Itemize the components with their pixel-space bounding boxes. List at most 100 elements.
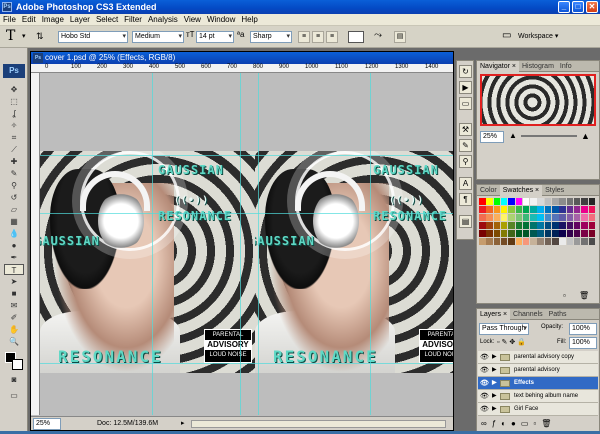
- marquee-tool-icon[interactable]: ⬚: [4, 96, 24, 107]
- color-swatch[interactable]: [479, 214, 486, 221]
- color-swatch[interactable]: [544, 238, 552, 245]
- color-swatch[interactable]: [559, 238, 566, 245]
- blur-tool-icon[interactable]: 💧: [4, 228, 24, 239]
- color-swatch[interactable]: [500, 222, 508, 229]
- tab-color[interactable]: Color: [477, 185, 500, 196]
- color-swatch[interactable]: [537, 238, 544, 245]
- color-swatch[interactable]: [479, 198, 486, 205]
- color-swatch[interactable]: [544, 198, 552, 205]
- color-swatch[interactable]: [552, 238, 559, 245]
- color-swatch[interactable]: [552, 214, 559, 221]
- path-selection-tool-icon[interactable]: ➤: [4, 276, 24, 287]
- color-swatch[interactable]: [566, 230, 574, 237]
- tab-layers[interactable]: Layers ×: [477, 309, 511, 320]
- document-size-info[interactable]: Doc: 12.5M/139.6M: [97, 417, 158, 431]
- color-swatch[interactable]: [486, 198, 493, 205]
- tab-histogram[interactable]: Histogram: [519, 61, 557, 72]
- clone-source-panel-icon[interactable]: ⚲: [459, 155, 472, 168]
- info-panel-icon[interactable]: ▤: [459, 215, 472, 228]
- type-tool-icon[interactable]: T: [4, 264, 24, 275]
- slice-tool-icon[interactable]: ⟋: [4, 144, 24, 155]
- eyedropper-tool-icon[interactable]: ✐: [4, 312, 24, 323]
- expand-triangle-icon[interactable]: ▶: [492, 403, 497, 416]
- color-swatch[interactable]: [573, 198, 581, 205]
- color-swatch[interactable]: [508, 238, 515, 245]
- magic-wand-tool-icon[interactable]: ✧: [4, 120, 24, 131]
- color-swatch[interactable]: [581, 222, 588, 229]
- character-panel-icon[interactable]: A: [459, 177, 472, 190]
- font-family-select[interactable]: Hobo Std: [58, 31, 128, 43]
- align-right-icon[interactable]: ≡: [326, 31, 338, 43]
- menu-filter[interactable]: Filter: [121, 14, 145, 26]
- color-swatch[interactable]: [479, 206, 486, 213]
- color-swatch[interactable]: [566, 206, 574, 213]
- eye-icon[interactable]: 👁: [480, 392, 489, 401]
- color-swatch[interactable]: [559, 206, 566, 213]
- align-left-icon[interactable]: ≡: [298, 31, 310, 43]
- guide-line[interactable]: [40, 363, 453, 364]
- align-center-icon[interactable]: ≡: [312, 31, 324, 43]
- color-swatch[interactable]: [552, 206, 559, 213]
- tab-swatches[interactable]: Swatches ×: [499, 185, 543, 196]
- color-swatch[interactable]: [581, 206, 588, 213]
- color-swatch[interactable]: [581, 214, 588, 221]
- color-swatch[interactable]: [559, 222, 566, 229]
- zoom-level-field[interactable]: 25%: [33, 418, 61, 430]
- color-swatch[interactable]: [486, 230, 493, 237]
- paragraph-panel-icon[interactable]: ¶: [459, 193, 472, 206]
- color-swatch[interactable]: [588, 206, 595, 213]
- color-swatch[interactable]: [522, 206, 530, 213]
- color-swatch[interactable]: [544, 222, 552, 229]
- move-tool-icon[interactable]: ✥: [4, 84, 24, 95]
- color-swatch[interactable]: [537, 206, 544, 213]
- menu-file[interactable]: File: [0, 14, 19, 26]
- color-swatch[interactable]: [530, 206, 537, 213]
- crop-tool-icon[interactable]: ⌗: [4, 132, 24, 143]
- color-swatch[interactable]: [559, 214, 566, 221]
- color-swatch[interactable]: [493, 222, 501, 229]
- color-swatch[interactable]: [530, 238, 537, 245]
- opacity-field[interactable]: 100%: [569, 323, 597, 335]
- menu-window[interactable]: Window: [204, 14, 238, 26]
- color-swatch[interactable]: [479, 230, 486, 237]
- color-swatch[interactable]: [515, 198, 522, 205]
- text-orientation-icon[interactable]: ⇅: [36, 31, 44, 42]
- pen-tool-icon[interactable]: ✒: [4, 252, 24, 263]
- expand-triangle-icon[interactable]: ▶: [492, 351, 497, 364]
- layer-row[interactable]: 👁 ▶ parental advisory copy: [478, 351, 598, 364]
- color-swatch[interactable]: [573, 214, 581, 221]
- history-panel-icon[interactable]: ↻: [459, 65, 472, 78]
- type-tool-icon[interactable]: T: [6, 28, 15, 44]
- character-panel-icon[interactable]: ▤: [394, 31, 406, 43]
- color-swatch[interactable]: [522, 214, 530, 221]
- tab-info[interactable]: Info: [557, 61, 575, 72]
- zoom-in-icon[interactable]: ▲: [581, 131, 590, 141]
- tool-presets-panel-icon[interactable]: ⚒: [459, 123, 472, 136]
- color-swatch[interactable]: [515, 230, 522, 237]
- color-swatch[interactable]: [566, 222, 574, 229]
- color-swatch[interactable]: [552, 222, 559, 229]
- hand-tool-icon[interactable]: ✋: [4, 324, 24, 335]
- tool-preset-dropdown-icon[interactable]: ▾: [22, 32, 26, 40]
- layer-row[interactable]: 👁 ▶ Effects: [478, 377, 598, 390]
- brushes-panel-icon[interactable]: ✎: [459, 139, 472, 152]
- color-swatch[interactable]: [515, 238, 522, 245]
- text-color-swatch[interactable]: [348, 31, 364, 43]
- menu-layer[interactable]: Layer: [67, 14, 93, 26]
- color-swatch[interactable]: [552, 198, 559, 205]
- eraser-tool-icon[interactable]: ▱: [4, 204, 24, 215]
- color-swatch[interactable]: [588, 222, 595, 229]
- color-swatch[interactable]: [500, 238, 508, 245]
- color-swatch[interactable]: [566, 198, 574, 205]
- minimize-button[interactable]: _: [558, 1, 570, 13]
- lock-options-icon[interactable]: ▫✎✥🔒: [497, 338, 528, 346]
- menu-edit[interactable]: Edit: [19, 14, 39, 26]
- tab-styles[interactable]: Styles: [542, 185, 567, 196]
- color-swatch[interactable]: [530, 222, 537, 229]
- zoom-slider[interactable]: [521, 135, 577, 137]
- maximize-button[interactable]: □: [572, 1, 584, 13]
- color-swatch[interactable]: [508, 222, 515, 229]
- menu-select[interactable]: Select: [93, 14, 121, 26]
- tab-navigator[interactable]: Navigator ×: [477, 61, 519, 72]
- tab-channels[interactable]: Channels: [510, 309, 546, 320]
